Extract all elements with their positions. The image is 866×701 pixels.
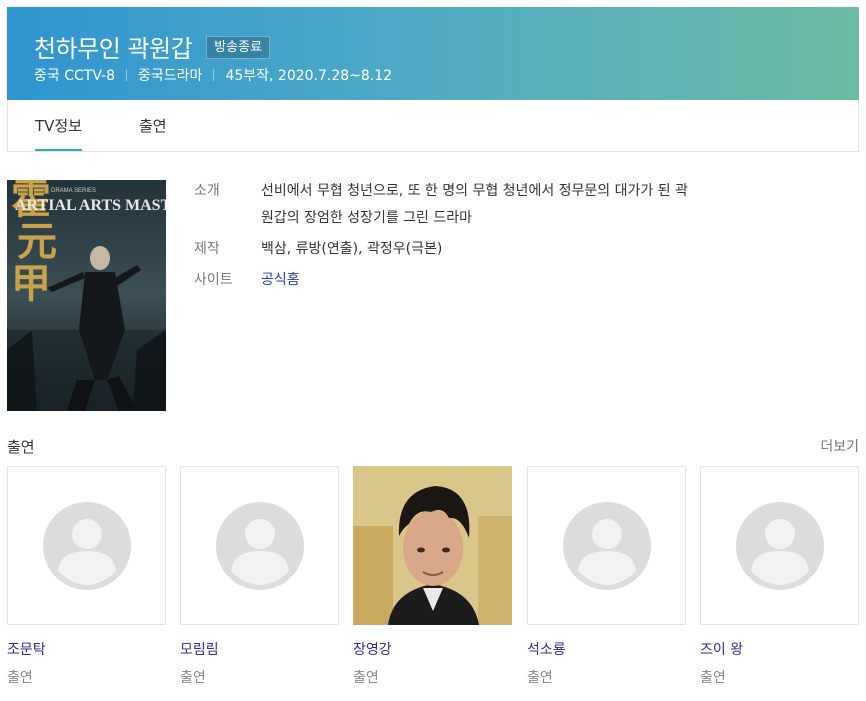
meta-divider	[213, 69, 215, 81]
cast-section-title: 출연	[7, 438, 35, 456]
cast-role: 출연	[7, 670, 33, 686]
avatar-placeholder[interactable]	[7, 466, 166, 625]
poster-illustration: 霍 元 甲 DRAMA SERIES ARTIAL ARTS MASTER	[7, 180, 166, 411]
meta-channel: 중국 CCTV-8	[34, 68, 116, 84]
cast-name[interactable]: 장영강	[353, 639, 512, 659]
actor-photo[interactable]	[353, 466, 512, 625]
program-info: 소개 선비에서 무협 청년으로, 또 한 명의 무협 청년에서 정무문의 대가가…	[194, 178, 824, 294]
cast-role: 출연	[180, 670, 206, 686]
meta-info: 중국 CCTV-8 중국드라마 45부작, 2020.7.28~8.12	[34, 65, 392, 85]
cast-card[interactable]: 즈이 왕 출연	[700, 466, 859, 687]
header-banner: 천하무인 곽원갑 방송종료 중국 CCTV-8 중국드라마 45부작, 2020…	[7, 7, 859, 100]
synopsis-text: 선비에서 무협 청년으로, 또 한 명의 무협 청년에서 정무문의 대가가 된 …	[261, 178, 824, 232]
tab-bar: TV정보 출연	[7, 100, 859, 152]
meta-divider	[126, 69, 128, 81]
avatar-placeholder[interactable]	[527, 466, 686, 625]
cast-card[interactable]: 조문탁 출연	[7, 466, 166, 687]
tab-cast[interactable]: 출연	[139, 100, 167, 151]
cast-name[interactable]: 조문탁	[7, 639, 166, 659]
title-row: 천하무인 곽원갑 방송종료	[34, 29, 271, 64]
synopsis-label: 소개	[194, 183, 220, 199]
site-label: 사이트	[194, 272, 233, 288]
official-site-link[interactable]: 공식홈	[261, 267, 824, 294]
poster-image[interactable]: 霍 元 甲 DRAMA SERIES ARTIAL ARTS MASTER	[7, 180, 166, 411]
cast-role: 출연	[353, 670, 379, 686]
meta-episodes: 45부작, 2020.7.28~8.12	[225, 68, 393, 84]
tab-tv-info[interactable]: TV정보	[35, 100, 83, 151]
synopsis-line-2: 원갑의 장엄한 성장기를 그린 드라마	[261, 210, 472, 226]
production-value: 백삼, 류방(연출), 곽정우(극본)	[261, 241, 443, 257]
actor-portrait	[353, 466, 512, 625]
person-icon	[43, 502, 131, 590]
site-row: 사이트 공식홈	[194, 267, 824, 294]
cast-role: 출연	[527, 670, 553, 686]
page-title: 천하무인 곽원갑	[34, 35, 193, 63]
synopsis-line-1: 선비에서 무협 청년으로, 또 한 명의 무협 청년에서 정무문의 대가가 된 …	[261, 183, 688, 199]
svg-text:ARTIAL ARTS MASTER: ARTIAL ARTS MASTER	[15, 197, 166, 214]
cast-role: 출연	[700, 670, 726, 686]
cast-section-header: 출연 더보기	[7, 436, 859, 457]
cast-card[interactable]: 석소룡 출연	[527, 466, 686, 687]
meta-genre: 중국드라마	[138, 68, 203, 84]
cast-name[interactable]: 즈이 왕	[700, 639, 859, 659]
svg-text:元: 元	[17, 218, 57, 265]
cast-card[interactable]: 모림림 출연	[180, 466, 339, 687]
person-icon	[216, 502, 304, 590]
avatar-placeholder[interactable]	[180, 466, 339, 625]
person-icon	[563, 502, 651, 590]
avatar-placeholder[interactable]	[700, 466, 859, 625]
person-icon	[736, 502, 824, 590]
cast-name[interactable]: 모림림	[180, 639, 339, 659]
svg-text:DRAMA SERIES: DRAMA SERIES	[51, 188, 96, 194]
production-row: 제작 백삼, 류방(연출), 곽정우(극본)	[194, 236, 824, 263]
status-badge: 방송종료	[206, 36, 271, 59]
synopsis-row: 소개 선비에서 무협 청년으로, 또 한 명의 무협 청년에서 정무문의 대가가…	[194, 178, 824, 232]
production-label: 제작	[194, 241, 220, 257]
more-link[interactable]: 더보기	[820, 436, 859, 456]
cast-card[interactable]: 장영강 출연	[353, 466, 512, 687]
cast-name[interactable]: 석소룡	[527, 639, 686, 659]
svg-text:甲: 甲	[11, 260, 51, 307]
